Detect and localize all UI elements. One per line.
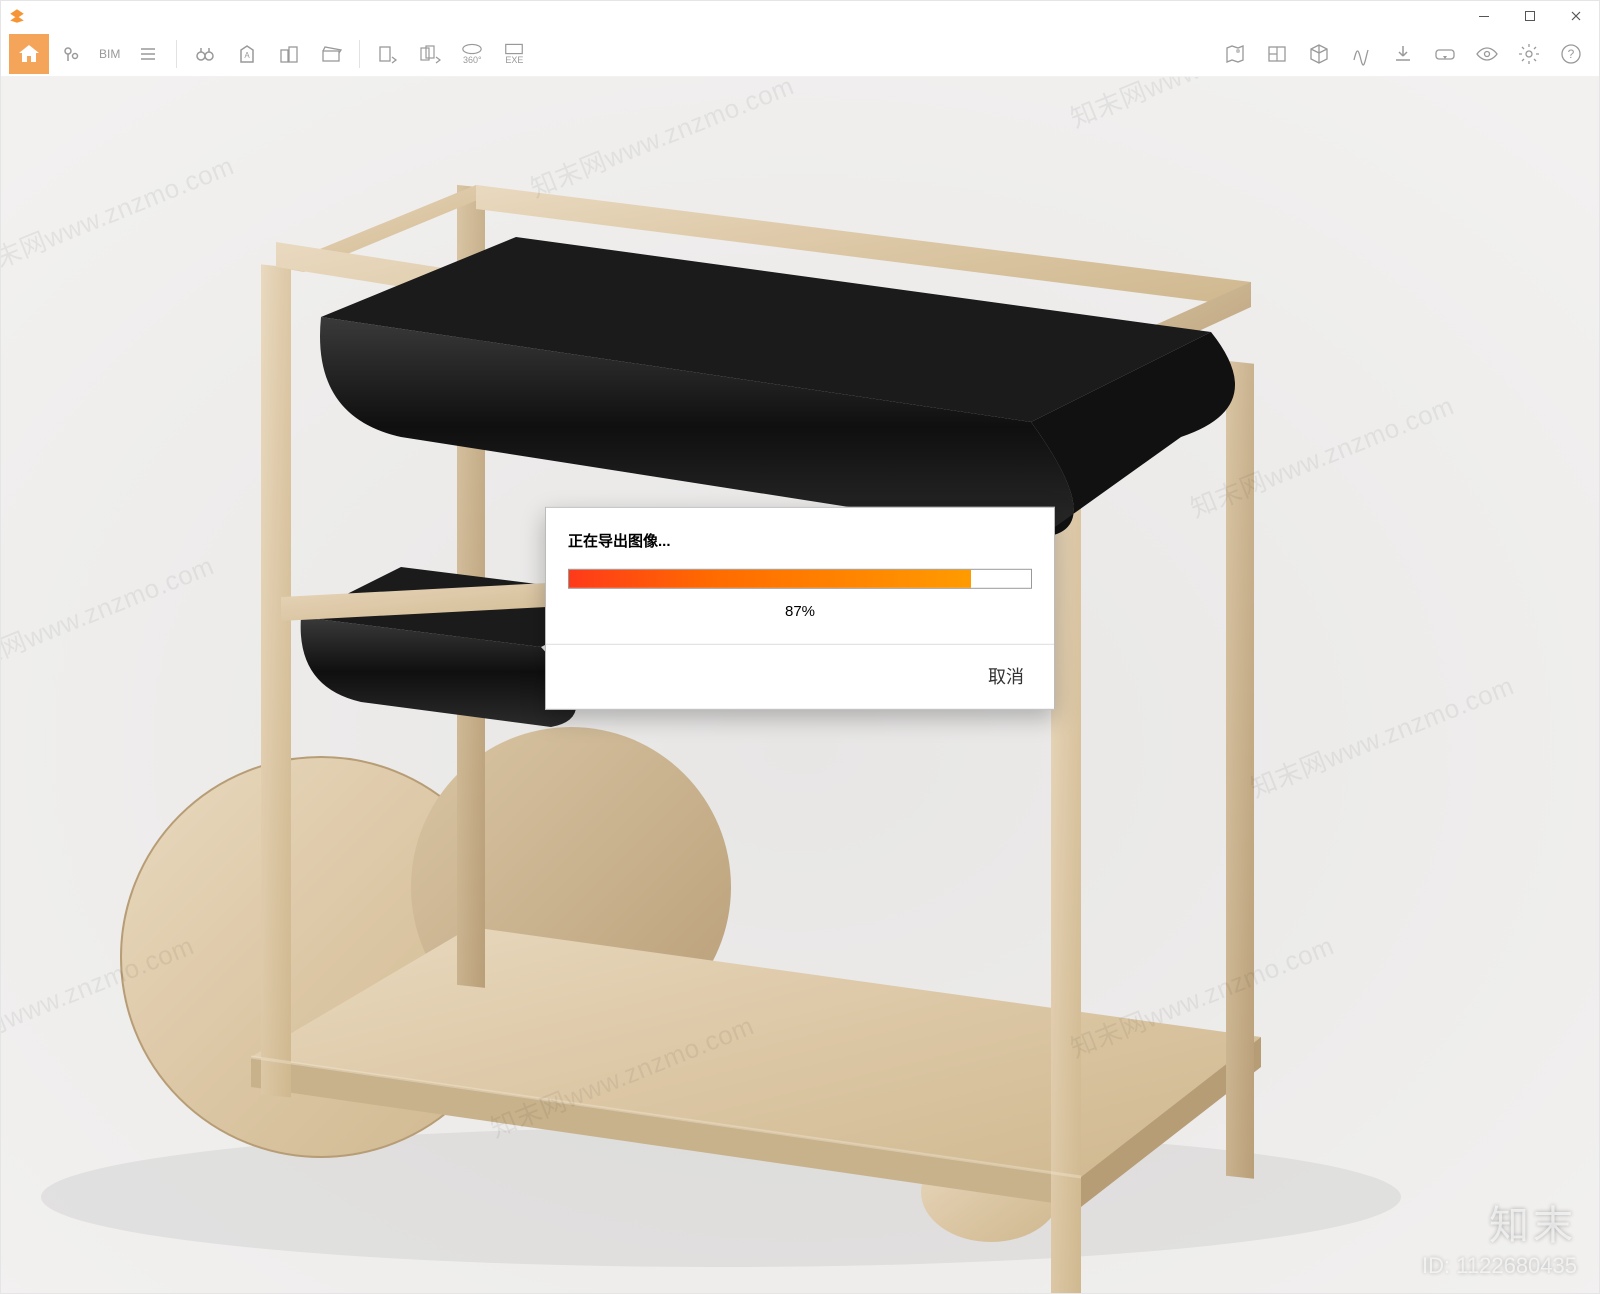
vr-icon [1433, 42, 1457, 66]
building-export-icon [376, 42, 400, 66]
settings-button[interactable] [1509, 34, 1549, 74]
watermark-id: ID: 1122680435 [1422, 1253, 1577, 1279]
panorama-icon [461, 42, 483, 56]
help-button[interactable]: ? [1551, 34, 1591, 74]
scene-export-icon [418, 42, 442, 66]
panorama-button[interactable]: 360° [452, 34, 492, 74]
svg-text:A: A [245, 51, 251, 60]
gear-icon [1517, 42, 1541, 66]
watermark-brand: 知末 ID: 1122680435 [1422, 1193, 1577, 1279]
toolbar-separator [359, 40, 360, 68]
binoculars-button[interactable] [185, 34, 225, 74]
download-button[interactable] [1383, 34, 1423, 74]
maximize-button[interactable] [1507, 1, 1553, 31]
floorplan-icon [1265, 42, 1289, 66]
bim-label: BIM [99, 47, 120, 61]
export-scene-button[interactable] [410, 34, 450, 74]
watermark-brand-text: 知末 [1422, 1193, 1577, 1251]
buildings-button[interactable] [269, 34, 309, 74]
list-icon [136, 42, 160, 66]
toolbar-separator [176, 40, 177, 68]
map-pin-button[interactable] [51, 34, 91, 74]
close-button[interactable] [1553, 1, 1599, 31]
export-progress-dialog: 正在导出图像... 87% 取消 [545, 507, 1055, 710]
clapperboard-icon [319, 42, 343, 66]
cube-button[interactable] [1299, 34, 1339, 74]
curves-icon [1349, 42, 1373, 66]
building-outline-button[interactable]: A [227, 34, 267, 74]
map-button[interactable] [1215, 34, 1255, 74]
clapperboard-button[interactable] [311, 34, 351, 74]
dialog-title: 正在导出图像... [568, 530, 1032, 551]
curves-button[interactable] [1341, 34, 1381, 74]
visibility-button[interactable] [1467, 34, 1507, 74]
bim-button[interactable]: BIM [93, 34, 126, 74]
titlebar [1, 1, 1599, 31]
cancel-button[interactable]: 取消 [980, 659, 1032, 693]
app-window: BIM A [0, 0, 1600, 1294]
main-toolbar: BIM A [1, 31, 1599, 77]
map-icon [1223, 42, 1247, 66]
app-logo-icon [7, 6, 27, 26]
buildings-icon [277, 42, 301, 66]
cube-icon [1307, 42, 1331, 66]
toolbar-right-group: ? [1215, 34, 1591, 74]
home-button[interactable] [9, 34, 49, 74]
list-button[interactable] [128, 34, 168, 74]
exe-label: EXE [505, 56, 523, 65]
exe-icon [503, 42, 525, 56]
home-icon [17, 42, 41, 66]
binoculars-icon [193, 42, 217, 66]
toolbar-left-group: BIM A [9, 34, 534, 74]
panorama-label: 360° [463, 56, 482, 65]
export-image-button[interactable] [368, 34, 408, 74]
download-icon [1391, 42, 1415, 66]
progress-fill [569, 570, 971, 588]
eye-icon [1475, 42, 1499, 66]
vr-button[interactable] [1425, 34, 1465, 74]
viewport-3d[interactable]: 知末网www.znzmo.com 知末网www.znzmo.com 知末网www… [1, 77, 1599, 1293]
building-outline-icon: A [235, 42, 259, 66]
minimize-button[interactable] [1461, 1, 1507, 31]
help-icon: ? [1559, 42, 1583, 66]
floorplan-button[interactable] [1257, 34, 1297, 74]
progress-percent-label: 87% [568, 603, 1032, 620]
exe-export-button[interactable]: EXE [494, 34, 534, 74]
map-pin-icon [59, 42, 83, 66]
progress-bar [568, 569, 1032, 589]
svg-text:?: ? [1568, 47, 1575, 61]
